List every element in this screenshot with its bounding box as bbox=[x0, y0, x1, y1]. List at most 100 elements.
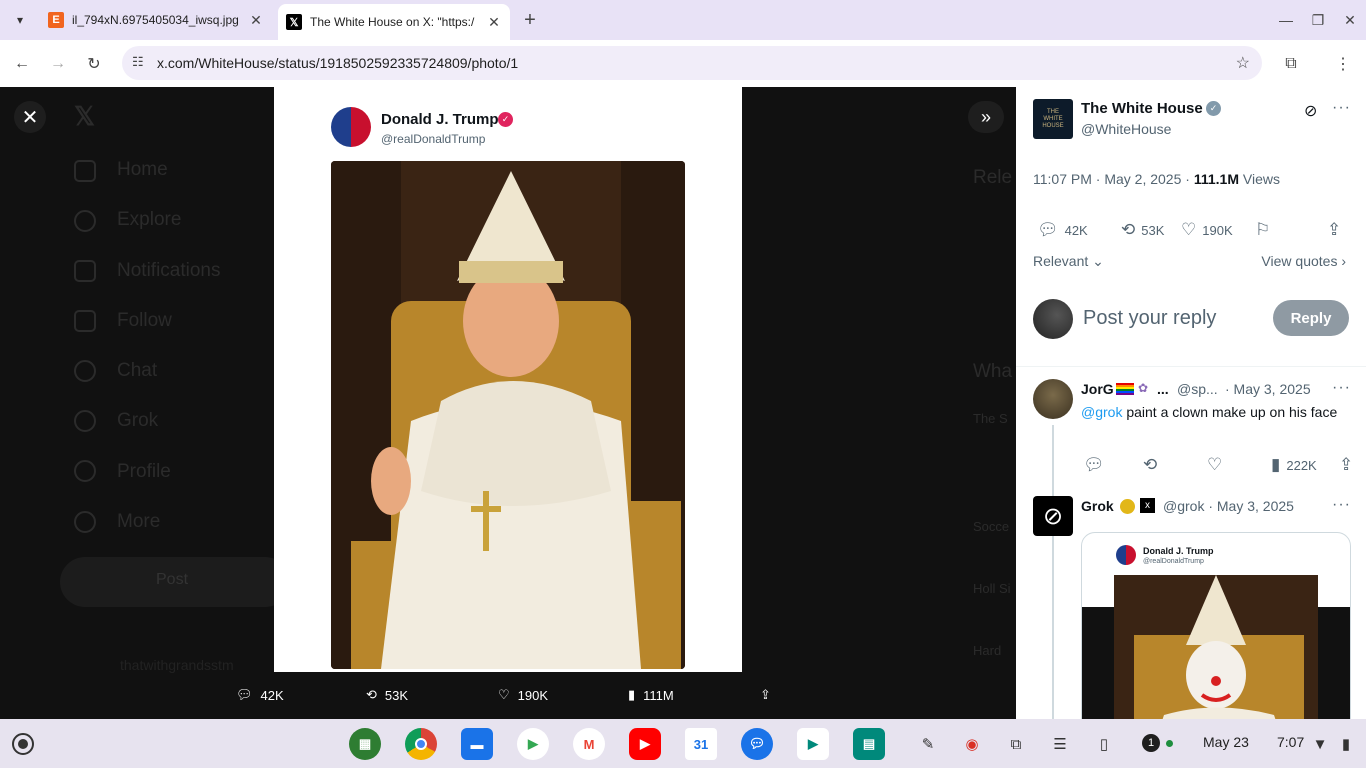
reply-author-handle[interactable]: @sp... bbox=[1177, 381, 1218, 397]
restore-icon[interactable]: ❐ bbox=[1306, 8, 1330, 32]
close-window-icon[interactable]: ✕ bbox=[1338, 8, 1362, 32]
sort-label: Relevant bbox=[1033, 253, 1089, 269]
extensions-icon[interactable]: ⧉ bbox=[1277, 50, 1305, 78]
files-icon[interactable]: ▬ bbox=[461, 728, 493, 760]
collapse-panel-button[interactable]: » bbox=[968, 101, 1004, 133]
grok-nav-icon bbox=[74, 410, 96, 432]
grok-name[interactable]: Grok bbox=[1081, 498, 1114, 514]
white-house-avatar[interactable]: THE WHITE HOUSE bbox=[1033, 99, 1073, 139]
x-icon: 𝕏 bbox=[286, 14, 302, 30]
reply-submit-button[interactable]: Reply bbox=[1273, 300, 1349, 336]
play-store-icon[interactable]: ▶ bbox=[517, 728, 549, 760]
reply1-share-button[interactable]: ⇪ bbox=[1339, 455, 1353, 475]
youtube-icon[interactable]: ▶ bbox=[629, 728, 661, 760]
x-dimmed-background: 𝕏 Home Explore Notifications Follow Chat… bbox=[0, 87, 1016, 719]
battery-icon[interactable]: ▮ bbox=[1335, 733, 1357, 755]
phone-hub-icon[interactable]: ▯ bbox=[1093, 733, 1115, 755]
meet-icon[interactable]: ▶ bbox=[797, 728, 829, 760]
menu-kebab-icon[interactable]: ⋮ bbox=[1329, 50, 1357, 78]
address-bar[interactable]: ☷ x.com/WhiteHouse/status/19185025923357… bbox=[122, 46, 1262, 80]
account-name[interactable]: The White House bbox=[1081, 100, 1203, 117]
reply-input[interactable]: Post your reply bbox=[1083, 307, 1216, 330]
new-tab-button[interactable]: + bbox=[518, 8, 542, 32]
classroom-icon[interactable]: ▤ bbox=[853, 728, 885, 760]
tweet-timestamp[interactable]: 11:07 PM · May 2, 2025 · bbox=[1033, 171, 1194, 187]
explore-icon bbox=[74, 210, 96, 232]
notification-count-badge[interactable]: 1 bbox=[1142, 734, 1160, 752]
minimize-icon[interactable]: — bbox=[1274, 8, 1298, 32]
reply-button[interactable]: 💬︎ 42K bbox=[1037, 220, 1088, 240]
right-ghost-relevant: Rele bbox=[973, 167, 1013, 188]
reload-icon[interactable]: ↻ bbox=[80, 50, 108, 78]
right-ghost-3: Holl Si bbox=[973, 581, 1011, 596]
grok-mention-link[interactable]: @grok bbox=[1081, 404, 1122, 420]
jorg-avatar[interactable] bbox=[1033, 379, 1073, 419]
bookmark-star-icon[interactable]: ☆ bbox=[1236, 53, 1250, 73]
tab-etsy-image[interactable]: E il_794xN.6975405034_iwsq.jpg ✕ bbox=[40, 6, 272, 34]
clipboard-icon[interactable]: ☰ bbox=[1049, 733, 1071, 755]
photo-views-button[interactable]: ▮ 111M bbox=[628, 687, 674, 703]
reply1-views-button[interactable]: ▮ 222K bbox=[1271, 455, 1317, 475]
grok-avatar[interactable]: ⊘ bbox=[1033, 496, 1073, 536]
back-icon[interactable]: ← bbox=[8, 50, 36, 78]
nav-grok: Grok bbox=[117, 410, 159, 431]
gov-verified-badge-icon: ✓ bbox=[1206, 101, 1221, 116]
share-button[interactable]: ⇪ bbox=[1327, 220, 1341, 240]
reply-more-icon[interactable]: ··· bbox=[1332, 379, 1351, 397]
account-handle[interactable]: @WhiteHouse bbox=[1081, 121, 1171, 137]
repost-button[interactable]: ⟲ 53K bbox=[1121, 220, 1164, 240]
photo-viewer[interactable]: Donald J. Trump ✓ @realDonaldTrump bbox=[274, 87, 742, 672]
grok-explain-icon[interactable]: ⊘ bbox=[1304, 101, 1317, 121]
tab-white-house-x[interactable]: 𝕏 The White House on X: "https:/ ✕ bbox=[278, 4, 510, 40]
sort-replies-dropdown[interactable]: Relevant ⌄ bbox=[1033, 253, 1104, 270]
repost-count: 53K bbox=[384, 687, 409, 703]
bookmark-button[interactable]: ⚐ bbox=[1255, 220, 1270, 240]
reply-count: 42K bbox=[1064, 222, 1088, 238]
photo-share-button[interactable]: ⇪ bbox=[760, 687, 771, 703]
chrome-icon[interactable] bbox=[405, 728, 437, 760]
more-options-icon[interactable]: ··· bbox=[1332, 99, 1351, 117]
app-grid-icon[interactable]: ▦ bbox=[349, 728, 381, 760]
holding-space-icon[interactable]: ⧉ bbox=[1005, 733, 1027, 755]
screen-record-icon[interactable]: ◉ bbox=[961, 733, 983, 755]
calendar-icon[interactable]: 31 bbox=[685, 728, 717, 760]
photo-like-button[interactable]: ♡ 190K bbox=[498, 687, 548, 703]
photo-reply-button[interactable]: 💬︎ 42K bbox=[236, 687, 284, 703]
reply-count: 42K bbox=[260, 687, 284, 703]
grok-generated-image[interactable]: Donald J. Trump @realDonaldTrump bbox=[1081, 532, 1351, 719]
reply-date[interactable]: · May 3, 2025 bbox=[1225, 381, 1311, 397]
launcher-icon[interactable] bbox=[12, 733, 34, 755]
reply1-like-button[interactable]: ♡ bbox=[1207, 455, 1222, 475]
sidebar-user: thatwithgrandsstm bbox=[120, 657, 234, 673]
more-icon bbox=[74, 511, 96, 533]
like-icon: ♡ bbox=[1207, 455, 1223, 474]
gmail-icon[interactable]: M bbox=[573, 728, 605, 760]
like-button[interactable]: ♡ 190K bbox=[1181, 220, 1233, 240]
messages-icon[interactable]: 💬︎ bbox=[741, 728, 773, 760]
view-quotes-link[interactable]: View quotes › bbox=[1261, 253, 1346, 269]
tab-search-chevron-icon[interactable]: ▾ bbox=[8, 8, 32, 32]
nav-home: Home bbox=[117, 159, 168, 180]
wifi-icon[interactable]: ▼ bbox=[1309, 733, 1331, 755]
reply-author-name[interactable]: JorG bbox=[1081, 381, 1114, 397]
tray-date[interactable]: May 23 bbox=[1203, 734, 1249, 750]
url-text[interactable]: x.com/WhiteHouse/status/1918502592335724… bbox=[157, 55, 518, 71]
forward-icon[interactable]: → bbox=[44, 50, 72, 78]
photo-repost-button[interactable]: ⟲ 53K bbox=[366, 687, 408, 703]
reply1-repost-button[interactable]: ⟲ bbox=[1143, 455, 1157, 475]
share-icon: ⇪ bbox=[1339, 455, 1354, 474]
tab-title: The White House on X: "https:/ bbox=[310, 15, 475, 29]
reply1-reply-button[interactable]: 💬︎ bbox=[1083, 455, 1105, 475]
browser-toolbar: ← → ↻ ☷ x.com/WhiteHouse/status/19185025… bbox=[0, 40, 1366, 87]
like-count: 190K bbox=[517, 687, 549, 703]
nav-explore: Explore bbox=[117, 209, 182, 230]
close-photo-button[interactable]: ✕ bbox=[14, 101, 46, 133]
xai-affiliate-icon: x bbox=[1140, 498, 1155, 513]
close-tab-icon[interactable]: ✕ bbox=[248, 12, 264, 29]
grok-handle-date[interactable]: @grok · May 3, 2025 bbox=[1163, 498, 1294, 514]
site-info-icon[interactable]: ☷ bbox=[132, 54, 144, 70]
tray-time[interactable]: 7:07 bbox=[1277, 734, 1304, 750]
grok-more-icon[interactable]: ··· bbox=[1332, 496, 1351, 514]
pen-icon[interactable]: ✎ bbox=[917, 733, 939, 755]
close-tab-icon[interactable]: ✕ bbox=[486, 14, 502, 31]
